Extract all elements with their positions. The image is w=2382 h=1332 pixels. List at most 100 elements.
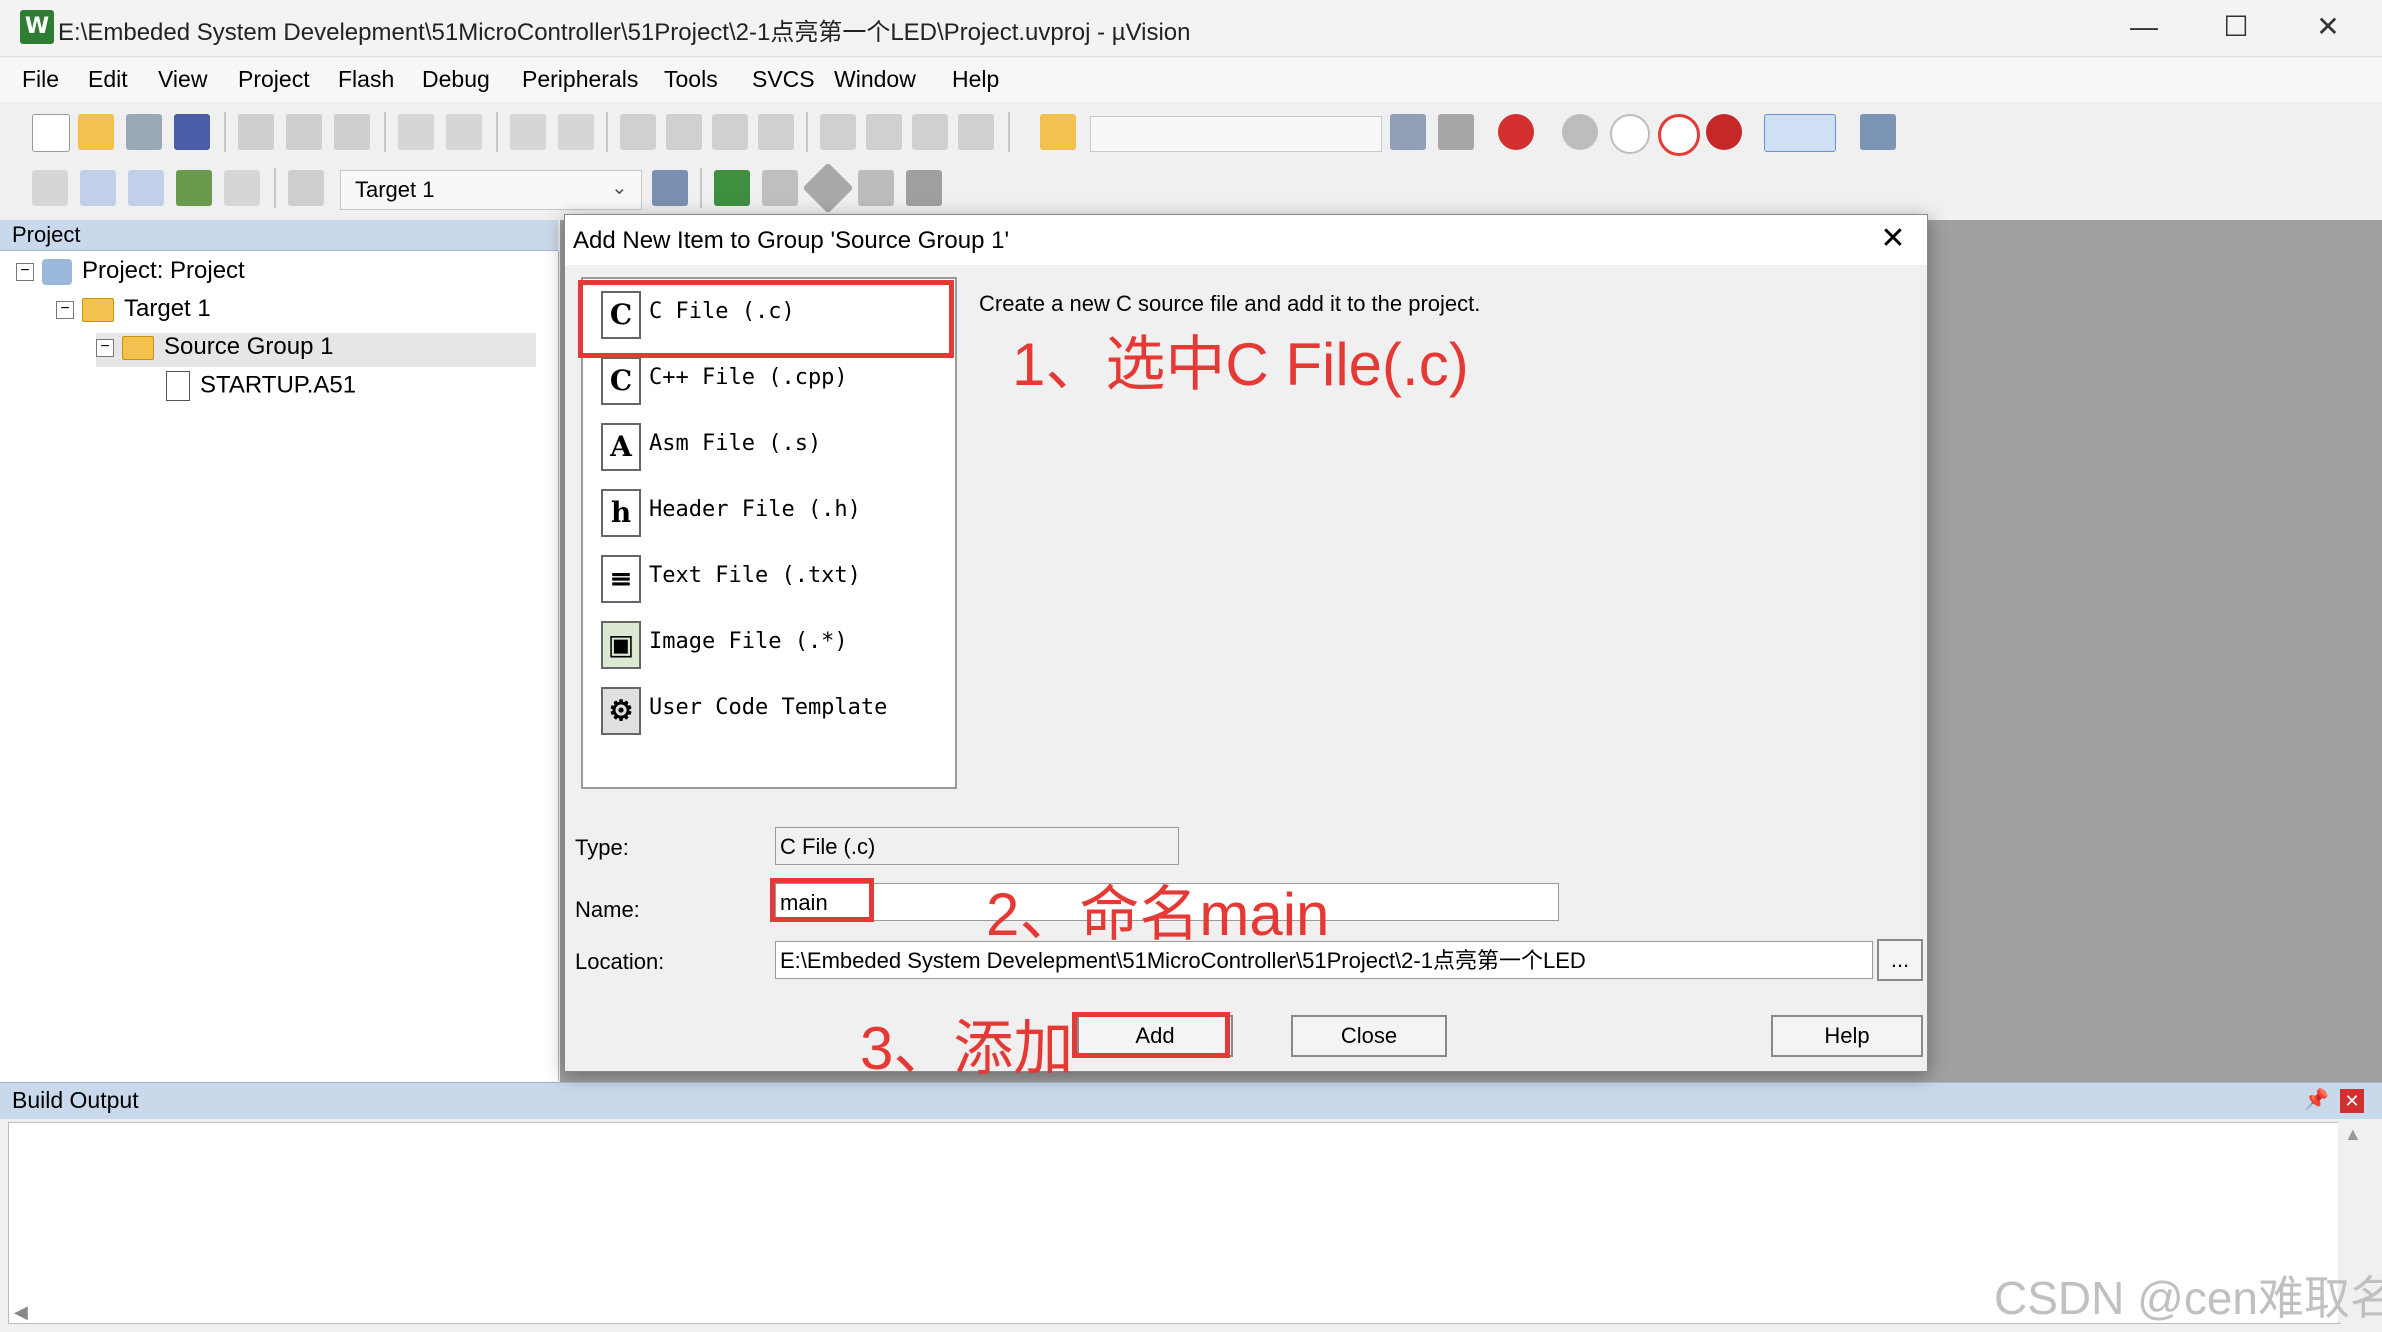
- image-file-icon: ▣: [601, 621, 641, 669]
- cut-icon[interactable]: [238, 114, 274, 150]
- folder-icon: [122, 335, 154, 360]
- next-bookmark-icon[interactable]: [712, 114, 748, 150]
- indent-icon[interactable]: [820, 114, 856, 150]
- navigate-back-icon[interactable]: [510, 114, 546, 150]
- file-icon: [166, 371, 190, 401]
- watermark: CSDN @cen难取名: [1994, 1272, 2382, 1324]
- help-button[interactable]: Help: [1771, 1015, 1923, 1057]
- menu-file[interactable]: File: [22, 66, 59, 93]
- debug-session-icon[interactable]: [1498, 114, 1534, 150]
- menu-help[interactable]: Help: [952, 66, 999, 93]
- menu-edit[interactable]: Edit: [88, 66, 128, 93]
- unindent-icon[interactable]: [866, 114, 902, 150]
- menu-svcs[interactable]: SVCS: [752, 66, 815, 93]
- new-file-icon[interactable]: [32, 114, 70, 152]
- manage-project-items-icon[interactable]: [714, 170, 750, 206]
- menu-view[interactable]: View: [158, 66, 207, 93]
- select-packs-icon[interactable]: [762, 170, 798, 206]
- annotation-step1: 1、选中C File(.c): [1012, 331, 1469, 398]
- menu-window[interactable]: Window: [834, 66, 916, 93]
- list-item-header-file[interactable]: h Header File (.h): [591, 481, 947, 541]
- tree-item-target[interactable]: − Target 1: [56, 295, 211, 329]
- menu-debug[interactable]: Debug: [422, 66, 490, 93]
- list-item-label: Header File (.h): [649, 497, 861, 522]
- uncomment-icon[interactable]: [958, 114, 994, 150]
- list-item-text-file[interactable]: ≡ Text File (.txt): [591, 547, 947, 607]
- tree-item-label: Target 1: [124, 295, 211, 322]
- translate-icon[interactable]: [32, 170, 68, 206]
- type-label: Type:: [575, 835, 629, 860]
- menu-peripherals[interactable]: Peripherals: [522, 66, 638, 93]
- multi-project-icon[interactable]: [906, 170, 942, 206]
- tree-item-label: Project: Project: [82, 257, 245, 284]
- project-panel-header: Project: [0, 220, 558, 251]
- list-item-label: C++ File (.cpp): [649, 365, 848, 390]
- bookmark-icon[interactable]: [620, 114, 656, 150]
- undo-icon[interactable]: [398, 114, 434, 150]
- menu-tools[interactable]: Tools: [664, 66, 718, 93]
- project-panel-title: Project: [12, 222, 81, 247]
- find-icon[interactable]: [1390, 114, 1426, 150]
- close-panel-icon[interactable]: ✕: [2340, 1089, 2364, 1113]
- pin-icon[interactable]: 📌: [2304, 1087, 2329, 1112]
- annotation-step3: 3、添加: [860, 1015, 1074, 1082]
- target-options-icon[interactable]: [652, 170, 688, 206]
- batch-build-icon[interactable]: [176, 170, 212, 206]
- minimize-button[interactable]: —: [2098, 0, 2190, 56]
- list-item-asm-file[interactable]: A Asm File (.s): [591, 415, 947, 475]
- stop-build-icon[interactable]: [224, 170, 260, 206]
- collapse-icon[interactable]: −: [16, 262, 34, 281]
- target-select[interactable]: Target 1 ⌄: [340, 170, 642, 210]
- disable-breakpoints-icon[interactable]: [1658, 114, 1700, 156]
- list-item-image-file[interactable]: ▣ Image File (.*): [591, 613, 947, 673]
- tree-item-label: STARTUP.A51: [200, 371, 357, 399]
- redo-icon[interactable]: [446, 114, 482, 150]
- copy-icon[interactable]: [286, 114, 322, 150]
- build-icon[interactable]: [80, 170, 116, 206]
- build-output-title: Build Output: [12, 1087, 139, 1113]
- configure-icon[interactable]: [1860, 114, 1896, 150]
- comment-icon[interactable]: [912, 114, 948, 150]
- incremental-find-icon[interactable]: [1438, 114, 1474, 150]
- collapse-icon[interactable]: −: [56, 300, 74, 319]
- pack-installer-icon[interactable]: [858, 170, 894, 206]
- prev-bookmark-icon[interactable]: [666, 114, 702, 150]
- kill-breakpoints-icon[interactable]: [1706, 114, 1742, 150]
- tree-item-project[interactable]: − Project: Project: [16, 257, 245, 291]
- scroll-up-icon[interactable]: ▲: [2344, 1124, 2362, 1145]
- menu-project[interactable]: Project: [238, 66, 310, 93]
- clear-bookmarks-icon[interactable]: [758, 114, 794, 150]
- item-description: Create a new C source file and add it to…: [979, 291, 1481, 316]
- navigate-forward-icon[interactable]: [558, 114, 594, 150]
- save-icon[interactable]: [126, 114, 162, 150]
- open-file-icon[interactable]: [78, 114, 114, 150]
- insert-breakpoint-icon[interactable]: [1562, 114, 1598, 150]
- download-icon[interactable]: [288, 170, 324, 206]
- tree-item-source-group[interactable]: − Source Group 1: [96, 333, 536, 367]
- menu-flash[interactable]: Flash: [338, 66, 394, 93]
- list-item-label: Asm File (.s): [649, 431, 822, 456]
- close-button[interactable]: Close: [1291, 1015, 1447, 1057]
- browse-button[interactable]: ...: [1877, 939, 1923, 981]
- find-in-files-icon[interactable]: [1040, 114, 1076, 150]
- paste-icon[interactable]: [334, 114, 370, 150]
- window-title: E:\Embeded System Develepment\51MicroCon…: [58, 19, 1191, 46]
- asm-file-icon: A: [601, 423, 641, 471]
- window-layout-icon[interactable]: [1764, 114, 1836, 152]
- save-all-icon[interactable]: [174, 114, 210, 150]
- list-item-cpp-file[interactable]: C C++ File (.cpp): [591, 349, 947, 409]
- scroll-left-icon[interactable]: ◀: [14, 1302, 28, 1323]
- location-label: Location:: [575, 949, 665, 974]
- enable-breakpoint-icon[interactable]: [1610, 114, 1650, 154]
- find-combo[interactable]: [1090, 116, 1382, 152]
- close-window-button[interactable]: ✕: [2282, 0, 2374, 56]
- build-output-header: Build Output 📌 ✕: [0, 1082, 2382, 1119]
- list-item-user-code-template[interactable]: ⚙ User Code Template: [591, 679, 947, 739]
- rebuild-icon[interactable]: [128, 170, 164, 206]
- build-output-area[interactable]: [8, 1122, 2340, 1324]
- tree-item-startup-file[interactable]: STARTUP.A51: [166, 371, 356, 405]
- dialog-close-button[interactable]: ✕: [1865, 217, 1921, 263]
- collapse-icon[interactable]: −: [96, 338, 114, 357]
- manage-rte-icon[interactable]: [802, 162, 854, 214]
- maximize-button[interactable]: ☐: [2190, 0, 2282, 56]
